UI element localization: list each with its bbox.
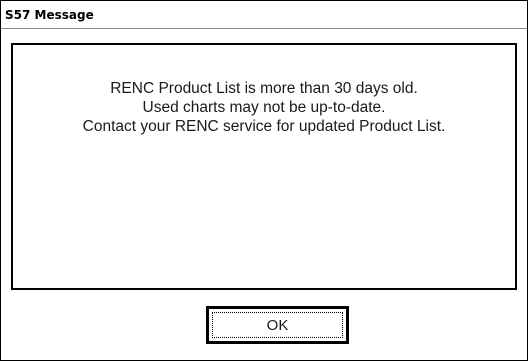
message-text: RENC Product List is more than 30 days o… (13, 79, 515, 136)
dialog-title: S57 Message (5, 8, 94, 22)
message-line-3: Contact your RENC service for updated Pr… (82, 118, 446, 135)
message-panel: RENC Product List is more than 30 days o… (11, 43, 517, 290)
s57-message-dialog: S57 Message RENC Product List is more th… (0, 0, 528, 361)
message-line-2: Used charts may not be up-to-date. (142, 99, 386, 116)
ok-button-label: OK (212, 312, 343, 338)
ok-button[interactable]: OK (206, 306, 349, 344)
title-bar: S57 Message (1, 1, 527, 29)
message-line-1: RENC Product List is more than 30 days o… (110, 80, 418, 97)
